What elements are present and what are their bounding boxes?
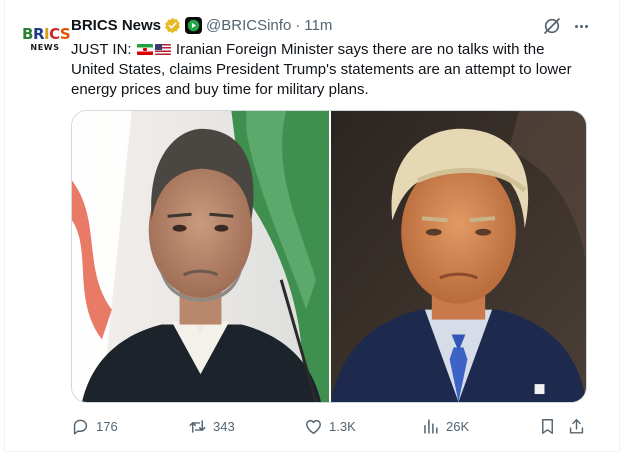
repost-button[interactable]: 343 — [188, 414, 235, 438]
grok-icon[interactable] — [542, 16, 562, 36]
author-name[interactable]: BRICS News — [71, 17, 161, 34]
verified-badge-icon[interactable] — [164, 17, 181, 34]
like-icon — [306, 419, 321, 434]
avatar-logo-text: BRICS — [22, 25, 71, 43]
us-flag-icon — [154, 44, 171, 55]
like-button[interactable]: 1.3K — [304, 414, 356, 438]
bookmark-button[interactable] — [538, 414, 557, 438]
timestamp[interactable]: 11m — [304, 17, 332, 34]
tweet-text: JUST IN: Iranian Foreign Minister says t… — [71, 40, 591, 100]
tweet-media[interactable] — [71, 110, 587, 403]
avatar-logo-subtext: NEWS — [30, 43, 60, 52]
iran-flag-icon — [136, 44, 153, 55]
tweet-card[interactable]: BRICS NEWS BRICS News @BRICSinfo · 11m J… — [4, 0, 620, 452]
share-button[interactable] — [567, 414, 586, 438]
repost-count: 343 — [213, 418, 235, 434]
repost-icon — [189, 419, 206, 433]
author-handle[interactable]: @BRICSinfo — [206, 17, 291, 34]
photo-iranian-minister[interactable] — [72, 111, 329, 402]
like-count: 1.3K — [329, 418, 356, 434]
separator-dot: · — [295, 16, 301, 34]
reply-button[interactable]: 176 — [71, 414, 118, 438]
photo-president-trump[interactable] — [329, 111, 586, 402]
views-icon — [424, 418, 438, 434]
avatar[interactable]: BRICS NEWS — [22, 20, 71, 66]
tweet-header: BRICS News @BRICSinfo · 11m — [71, 14, 332, 36]
tweet-text-prefix: JUST IN: — [71, 41, 132, 58]
tweet-actions: 176 343 1.3K 26K — [71, 414, 591, 438]
views-count: 26K — [446, 418, 470, 434]
views-button[interactable]: 26K — [421, 414, 469, 438]
bookmark-icon — [542, 418, 553, 434]
affiliate-badge-icon[interactable] — [185, 16, 203, 34]
more-icon[interactable] — [571, 16, 591, 36]
reply-icon — [73, 419, 88, 435]
reply-count: 176 — [96, 418, 118, 434]
share-icon — [569, 418, 584, 434]
